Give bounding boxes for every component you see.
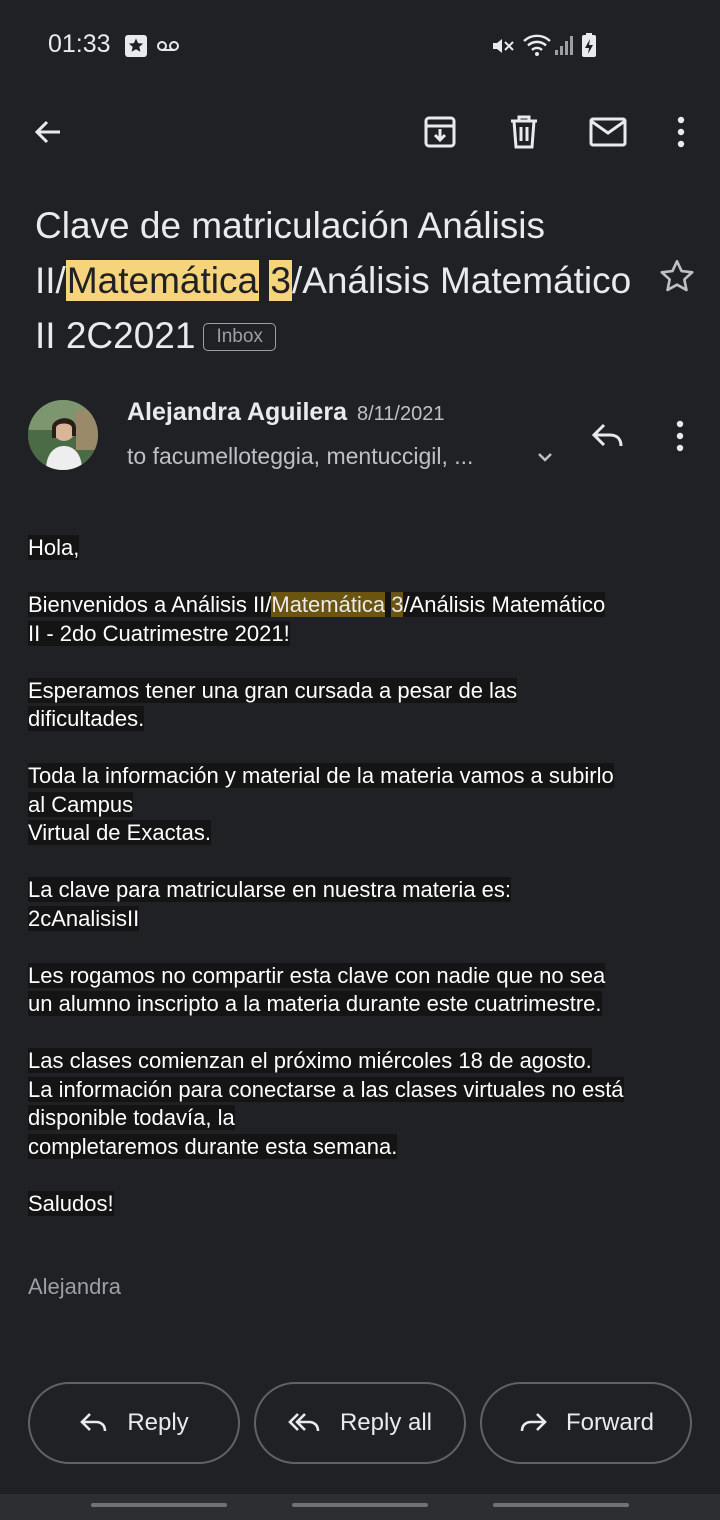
system-nav-bar — [0, 1494, 720, 1520]
reply-label: Reply — [127, 1409, 189, 1436]
body-text: un alumno inscripto a la materia durante… — [28, 991, 602, 1016]
forward-button[interactable]: Forward — [480, 1382, 692, 1464]
body-highlight: 3 — [391, 592, 404, 617]
forward-icon — [520, 1413, 547, 1432]
inbox-label-badge[interactable]: Inbox — [203, 323, 276, 351]
reply-icon — [80, 1413, 107, 1432]
email-body: Hola, Bienvenidos a Análisis II/Matemáti… — [28, 534, 693, 1247]
body-text: Saludos! — [28, 1190, 114, 1216]
back-button[interactable] — [24, 108, 72, 156]
delete-button[interactable] — [500, 108, 548, 156]
message-more-button[interactable] — [676, 420, 684, 457]
reply-all-label: Reply all — [339, 1409, 433, 1436]
body-text: Las clases comienzan el próximo miércole… — [28, 1048, 592, 1073]
chevron-down-icon — [538, 453, 552, 462]
star-notification-icon — [125, 35, 147, 57]
arrow-back-icon — [34, 120, 60, 144]
body-text: Bienvenidos a Análisis II/ — [28, 592, 272, 617]
expand-details-button[interactable] — [532, 444, 558, 475]
enrollment-key: 2cAnalisisII — [28, 905, 140, 931]
body-text: Hola, — [28, 535, 80, 560]
archive-button[interactable] — [416, 108, 464, 156]
body-text: La información para conectarse a las cla… — [28, 1076, 624, 1102]
email-subject: Clave de matriculación Análisis II/Matem… — [35, 198, 635, 363]
body-text: /Análisis Matemático — [403, 592, 606, 617]
body-text: completaremos durante esta semana. — [28, 1133, 398, 1159]
nav-recents-handle[interactable] — [91, 1503, 227, 1507]
body-text: disponible todavía, la — [28, 1105, 235, 1130]
mute-icon — [493, 39, 514, 53]
body-highlight: Matemática — [271, 592, 386, 617]
sent-date: 8/11/2021 — [356, 403, 445, 425]
status-time: 01:33 — [48, 30, 111, 58]
body-text: dificultades. — [28, 706, 145, 731]
archive-icon — [424, 116, 456, 148]
forward-label: Forward — [565, 1409, 655, 1436]
star-button[interactable] — [656, 256, 698, 303]
body-text: al Campus — [28, 791, 134, 817]
subject-highlight: Matemática — [65, 260, 260, 301]
reply-button[interactable]: Reply — [28, 1382, 240, 1464]
avatar-photo — [28, 400, 98, 470]
status-bar: 01:33 — [0, 0, 720, 90]
sender-name[interactable]: Alejandra Aguilera — [127, 398, 347, 426]
nav-back-handle[interactable] — [493, 1503, 629, 1507]
wifi-icon — [523, 34, 551, 56]
signature: Alejandra — [28, 1274, 121, 1299]
star-outline-icon — [660, 259, 694, 292]
sender-header: Alejandra Aguilera 8/11/2021 — [127, 398, 444, 427]
nav-home-handle[interactable] — [292, 1503, 428, 1507]
body-text: II - 2do Cuatrimestre 2021! — [28, 620, 290, 646]
battery-charging-icon — [582, 33, 596, 57]
mail-icon — [589, 117, 627, 147]
trash-icon — [511, 115, 537, 149]
reply-all-button[interactable]: Reply all — [254, 1382, 466, 1464]
recipients[interactable]: to facumelloteggia, mentuccigil, ... — [127, 443, 473, 470]
body-text: Toda la información y material de la mat… — [28, 763, 614, 788]
subject-highlight: 3 — [269, 260, 292, 301]
more-vert-icon — [676, 420, 684, 452]
body-text: Virtual de Exactas. — [28, 820, 212, 845]
more-vert-icon — [677, 116, 685, 148]
sender-avatar[interactable] — [28, 400, 98, 470]
body-text: Esperamos tener una gran cursada a pesar… — [28, 677, 518, 703]
body-text: La clave para matricularse en nuestra ma… — [28, 877, 512, 902]
body-text: Les rogamos no compartir esta clave con … — [28, 962, 606, 988]
reply-all-icon — [288, 1413, 320, 1432]
signal-icon — [555, 36, 573, 55]
more-options-button[interactable] — [657, 108, 705, 156]
mark-unread-button[interactable] — [584, 108, 632, 156]
voicemail-icon — [157, 41, 179, 51]
reply-icon — [591, 423, 623, 447]
reply-icon-button[interactable] — [588, 416, 628, 461]
